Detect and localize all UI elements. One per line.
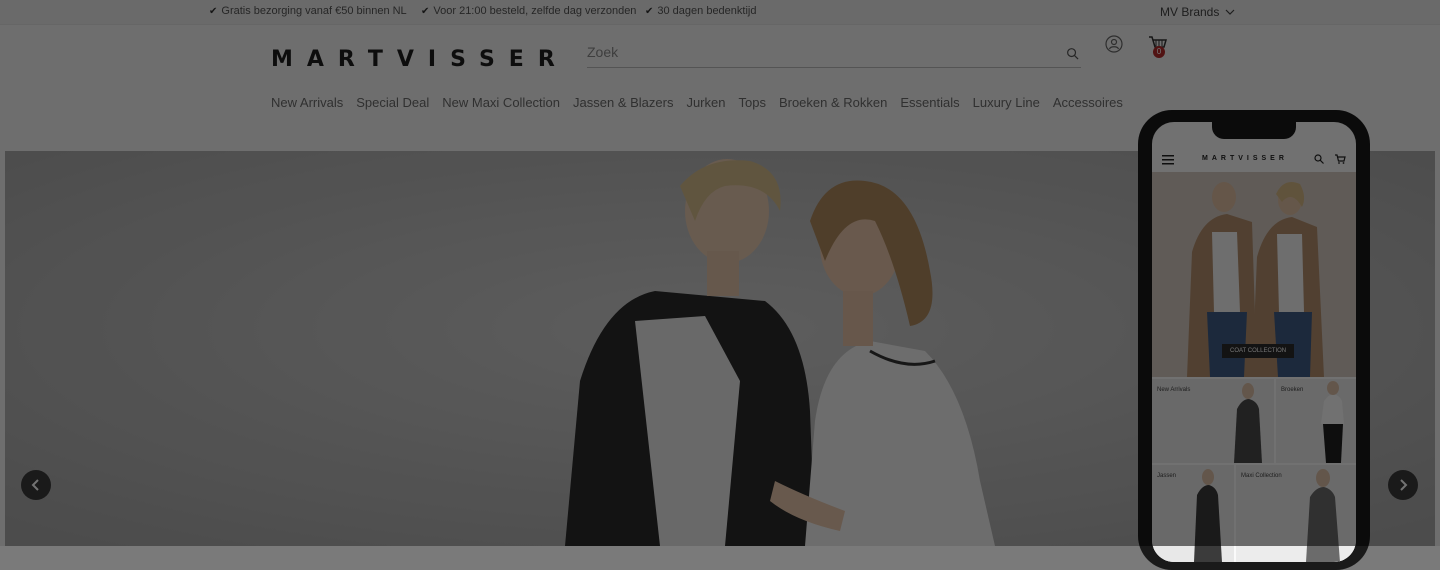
phone-notch <box>1212 122 1296 139</box>
phone-mockup: MARTVISSER COAT COLLECTION New Arrivals … <box>1138 110 1370 570</box>
page: ✔ Gratis bezorging vanaf €50 binnen NL ✔… <box>0 0 1440 570</box>
mobile-search-icon <box>1314 154 1324 164</box>
account-icon[interactable] <box>1105 35 1123 53</box>
usp-text: Gratis bezorging vanaf €50 binnen NL <box>221 5 407 17</box>
mobile-tile-image <box>1236 465 1356 562</box>
main-nav: New Arrivals Special Deal New Maxi Colle… <box>271 95 1136 110</box>
chevron-down-icon <box>1225 9 1235 15</box>
usp-item: ✔ Gratis bezorging vanaf €50 binnen NL <box>209 5 407 17</box>
usp-text: Voor 21:00 besteld, zelfde dag verzonden <box>433 5 637 17</box>
usp-item: ✔ Voor 21:00 besteld, zelfde dag verzond… <box>421 5 636 17</box>
mobile-tile: Maxi Collection <box>1236 465 1356 562</box>
nav-item-essentials[interactable]: Essentials <box>900 95 959 110</box>
mobile-tile-label: Jassen <box>1157 473 1177 479</box>
mobile-tile: New Arrivals <box>1152 379 1274 463</box>
nav-item-jassen-blazers[interactable]: Jassen & Blazers <box>573 95 673 110</box>
mobile-tile: Broeken <box>1276 379 1356 463</box>
cart-count-badge: 0 <box>1153 46 1165 58</box>
carousel-next-button[interactable] <box>1388 470 1418 500</box>
carousel-prev-button[interactable] <box>21 470 51 500</box>
mobile-header: MARTVISSER <box>1152 150 1356 172</box>
usp-text: 30 dagen bedenktijd <box>657 5 757 17</box>
brands-label: MV Brands <box>1160 5 1220 19</box>
mobile-tile-label: New Arrivals <box>1157 387 1191 393</box>
brands-dropdown[interactable]: MV Brands <box>1160 5 1235 19</box>
check-icon: ✔ <box>209 5 218 17</box>
mobile-tile: Jassen <box>1152 465 1234 562</box>
site-logo[interactable]: MARTVISSER <box>271 47 569 72</box>
usp-item: ✔ 30 dagen bedenktijd <box>645 5 756 17</box>
nav-item-new-maxi-collection[interactable]: New Maxi Collection <box>442 95 560 110</box>
nav-item-accessoires[interactable]: Accessoires <box>1053 95 1123 110</box>
mobile-hero-cta: COAT COLLECTION <box>1222 344 1295 358</box>
search-icon[interactable] <box>1066 47 1079 60</box>
mobile-tile-label: Broeken <box>1281 387 1304 393</box>
mobile-tile-label: Maxi Collection <box>1241 473 1282 479</box>
search-input[interactable] <box>587 40 1057 64</box>
nav-item-new-arrivals[interactable]: New Arrivals <box>271 95 343 110</box>
mobile-tile-image <box>1152 465 1234 562</box>
usp-bar: ✔ Gratis bezorging vanaf €50 binnen NL ✔… <box>0 0 1440 25</box>
search-bar <box>587 40 1081 68</box>
nav-item-broeken-rokken[interactable]: Broeken & Rokken <box>779 95 887 110</box>
check-icon: ✔ <box>645 5 654 17</box>
mobile-cart-icon <box>1335 154 1346 164</box>
nav-item-jurken[interactable]: Jurken <box>686 95 725 110</box>
check-icon: ✔ <box>421 5 430 17</box>
phone-screen: MARTVISSER COAT COLLECTION New Arrivals … <box>1152 122 1356 562</box>
chevron-left-icon <box>31 479 39 491</box>
nav-item-special-deal[interactable]: Special Deal <box>356 95 429 110</box>
mobile-hero: COAT COLLECTION <box>1152 172 1356 377</box>
hamburger-menu-icon <box>1162 155 1174 165</box>
nav-item-luxury-line[interactable]: Luxury Line <box>973 95 1040 110</box>
nav-item-tops[interactable]: Tops <box>738 95 765 110</box>
chevron-right-icon <box>1400 479 1408 491</box>
mobile-logo: MARTVISSER <box>1202 155 1288 162</box>
